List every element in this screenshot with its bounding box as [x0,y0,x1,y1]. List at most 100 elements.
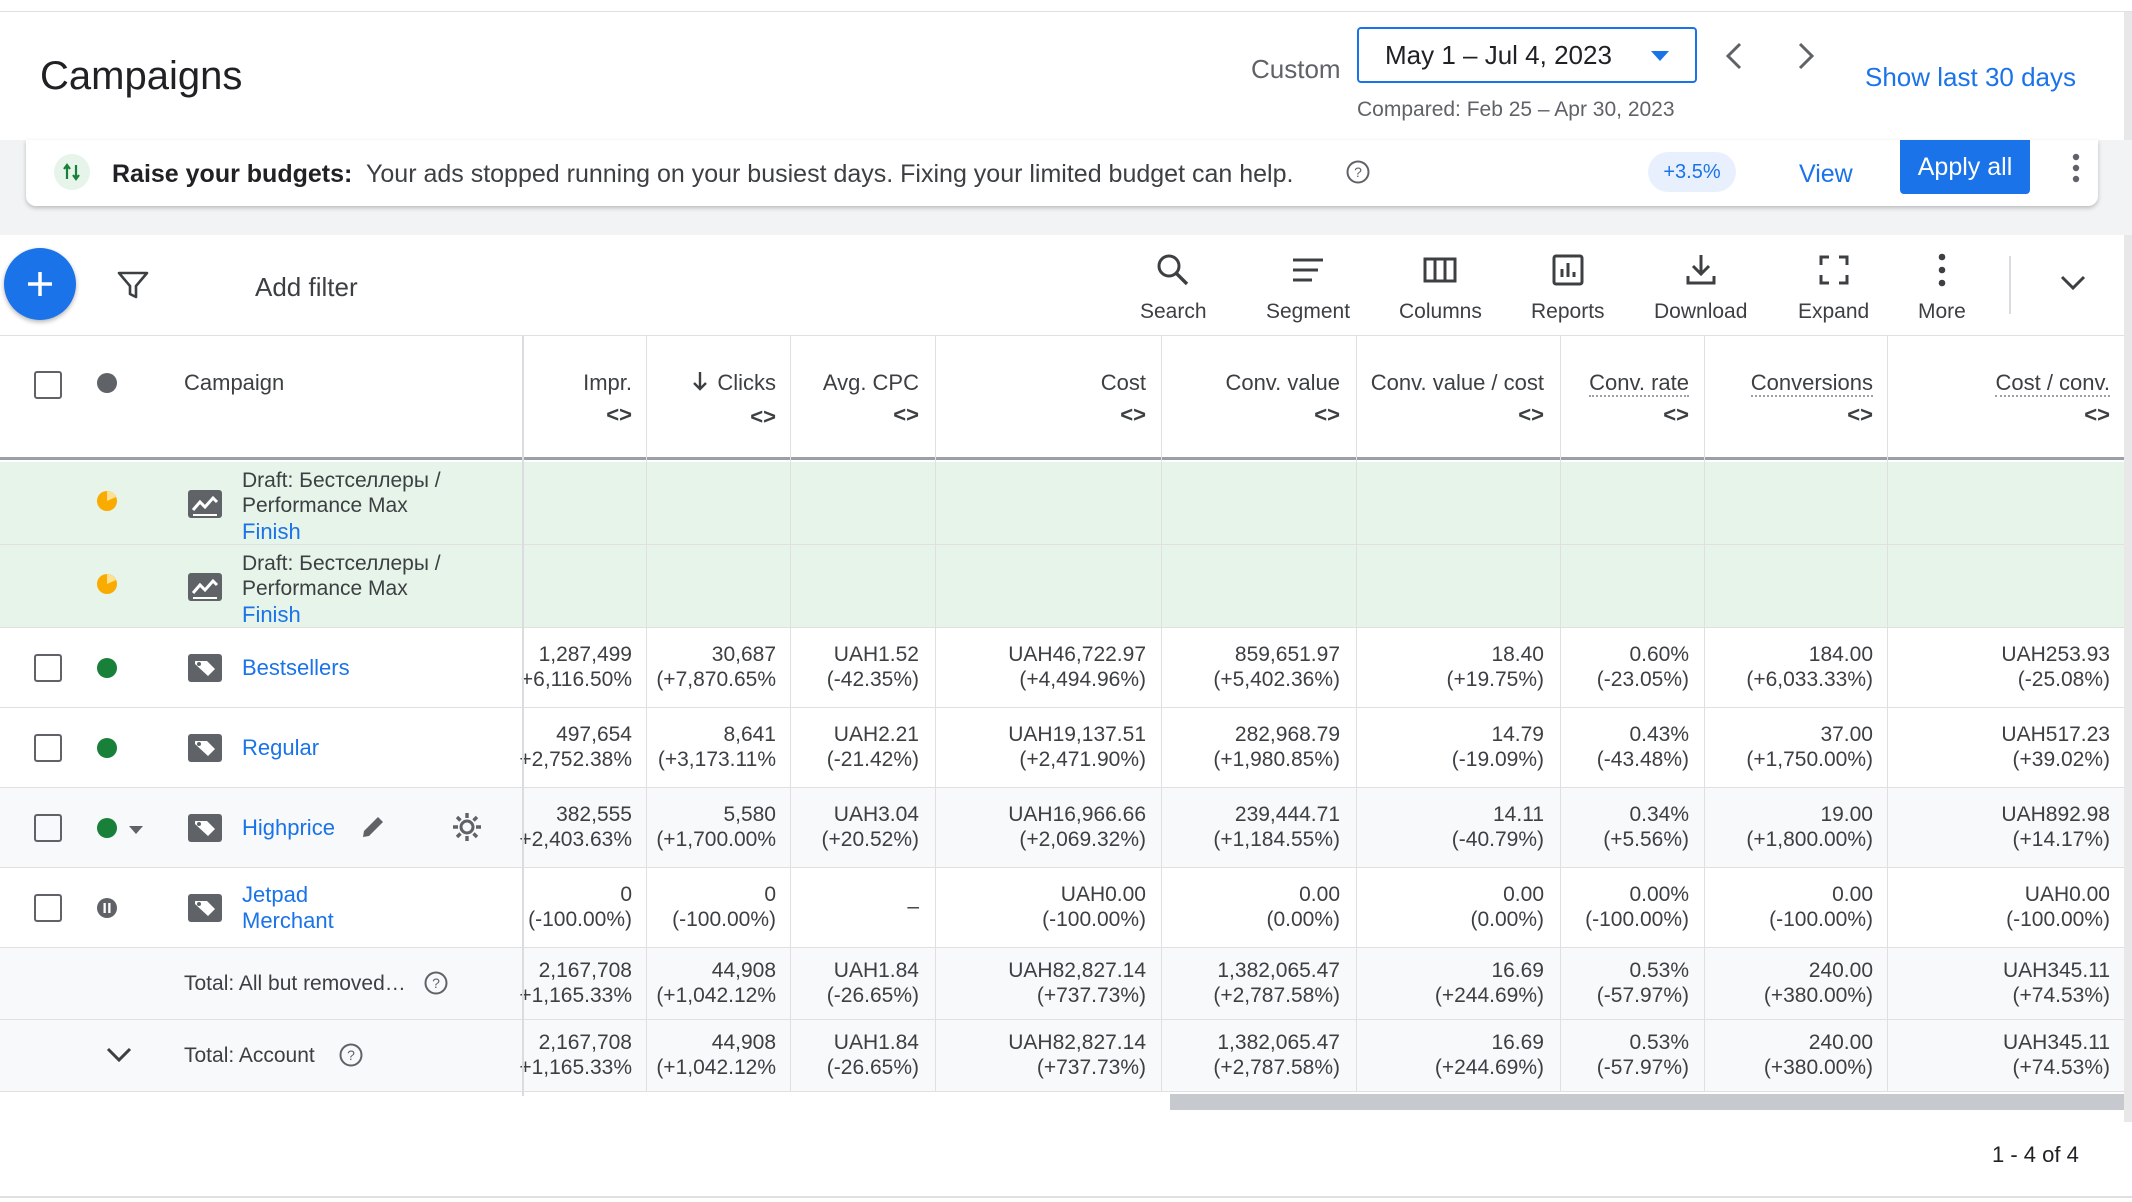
filter-button[interactable] [116,268,150,307]
shopping-tag-icon [186,812,224,849]
delta: (+380.00%) [1763,984,1873,1007]
header-conversions[interactable]: Conversions <> [1750,370,1873,428]
enabled-status-icon[interactable] [97,738,117,758]
toolbar-reports-button[interactable]: Reports [1531,250,1605,330]
help-icon[interactable]: ? [338,1042,364,1073]
add-campaign-button[interactable] [4,248,76,320]
column-divider [646,336,647,1092]
toolbar-more-button[interactable]: More [1918,250,1966,330]
header-impr[interactable]: Impr. <> [583,370,632,428]
help-icon[interactable]: ? [423,970,449,1001]
value: 240.00 [1808,1031,1873,1054]
value: – [907,895,919,918]
header-conv-value[interactable]: Conv. value <> [1225,370,1340,428]
value: UAH19,137.51 [1008,723,1146,746]
toolbar-columns-button[interactable]: Columns [1399,250,1482,330]
delta: (+20.52%) [821,828,919,851]
cell-cost-conv: UAH345.11 (+74.53%) [2003,1030,2110,1080]
column-resize-icon[interactable]: <> [1995,402,2110,428]
chevron-down-icon [2060,275,2086,291]
column-resize-icon[interactable]: <> [1101,402,1146,428]
toolbar-label: Download [1654,300,1748,323]
delta: (+244.69%) [1434,1056,1544,1079]
row-checkbox[interactable] [34,654,62,682]
header-conv-rate[interactable]: Conv. rate <> [1589,370,1689,428]
help-icon[interactable]: ? [1345,159,1371,190]
delta: (-100.00%) [1769,908,1873,931]
status-dropdown-icon[interactable] [128,822,144,840]
paused-status-icon[interactable] [96,897,118,924]
cell-impr: 1,287,499 +6,116.50% [521,642,632,692]
horizontal-scrollbar[interactable] [1170,1094,2124,1110]
toolbar-segment-button[interactable]: Segment [1266,250,1350,330]
previous-period-button[interactable] [1714,36,1754,76]
draft-status-icon [96,490,118,517]
bottom-border [0,1196,2132,1198]
header-avg-cpc[interactable]: Avg. CPC <> [823,370,919,428]
row-checkbox[interactable] [34,894,62,922]
column-resize-icon[interactable]: <> [583,402,632,428]
view-button[interactable]: View [1799,160,1853,189]
apply-all-button[interactable]: Apply all [1900,140,2030,194]
settings-gear-icon[interactable] [450,810,484,849]
delta: +1,165.33% [519,1056,632,1079]
header-label: Conv. value / cost [1370,370,1544,395]
header-conv-value-cost[interactable]: Conv. value / cost <> [1371,370,1544,428]
fullscreen-icon [1819,255,1849,285]
cell-cost-conv: UAH892.98 (+14.17%) [2001,802,2110,852]
campaign-link[interactable]: Jetpad Merchant [242,882,334,934]
toolbar-download-button[interactable]: Download [1654,250,1747,330]
toolbar-expand-button[interactable]: Expand [1798,250,1869,330]
value: UAH2.21 [833,723,919,746]
draft-name-line1: Draft: Бестселлеры / [242,469,441,492]
cell-conversions: 240.00 (+380.00%) [1764,1030,1873,1080]
toolbar-label: Expand [1798,300,1870,323]
header-cost-conv[interactable]: Cost / conv. <> [1995,370,2110,428]
column-resize-icon[interactable]: <> [1751,402,1873,428]
collapse-toolbar-button[interactable] [2058,272,2088,297]
header-clicks[interactable]: Clicks <> [691,370,776,430]
table-row[interactable]: Bestsellers 1,287,499 +6,116.50% 30,687 (+… [0,628,2124,708]
delta: (+1,184.55%) [1213,828,1340,851]
enabled-status-icon[interactable] [97,658,117,678]
column-resize-icon[interactable]: <> [1589,402,1689,428]
table-row[interactable]: Highprice 382,555 +2,403.63% 5,580 (+1,700… [0,788,2124,868]
table-row[interactable]: Jetpad Merchant 0 (-100.00%) 0 (-100.00%) –… [0,868,2124,948]
column-resize-icon[interactable]: <> [691,404,776,430]
add-filter-input[interactable]: Add filter [255,272,358,303]
delta: (+1,980.85%) [1213,748,1340,771]
table-row[interactable]: Regular 497,654 +2,752.38% 8,641 (+3,173.1… [0,708,2124,788]
expand-totals-button[interactable] [104,1044,134,1069]
value: 0.53% [1629,1031,1689,1054]
column-resize-icon[interactable]: <> [1225,402,1340,428]
delta: (-43.48%) [1596,748,1689,771]
campaign-link[interactable]: Regular [242,735,319,761]
campaign-link[interactable]: Bestsellers [242,655,350,681]
finish-draft-link[interactable]: Finish [242,602,301,628]
filter-icon [117,271,149,299]
next-period-button[interactable] [1786,36,1826,76]
header-campaign[interactable]: Campaign [184,370,284,396]
delta: +1,165.33% [519,984,632,1007]
edit-icon[interactable] [358,812,388,847]
row-checkbox[interactable] [34,814,62,842]
row-checkbox[interactable] [34,734,62,762]
toolbar-search-button[interactable]: Search [1140,250,1207,330]
column-resize-icon[interactable]: <> [823,402,919,428]
banner-more-button[interactable] [2070,150,2082,191]
select-all-checkbox[interactable] [34,371,62,399]
delta: (0.00%) [1266,908,1340,931]
header-label: Clicks [717,370,776,395]
finish-draft-link[interactable]: Finish [242,519,301,545]
column-resize-icon[interactable]: <> [1371,402,1544,428]
header-cost[interactable]: Cost <> [1101,370,1146,428]
shopping-tag-icon [186,892,224,929]
header-label: Conv. rate [1589,370,1689,397]
show-last-30-days-link[interactable]: Show last 30 days [1865,62,2076,93]
enabled-status-icon[interactable] [97,818,117,838]
delta: (+5,402.36%) [1213,668,1340,691]
date-range-select[interactable]: May 1 – Jul 4, 2023 [1357,27,1697,83]
date-range-value: May 1 – Jul 4, 2023 [1385,39,1612,70]
campaign-link[interactable]: Highprice [242,815,335,841]
cell-impr: 2,167,708 +1,165.33% [519,1030,632,1080]
